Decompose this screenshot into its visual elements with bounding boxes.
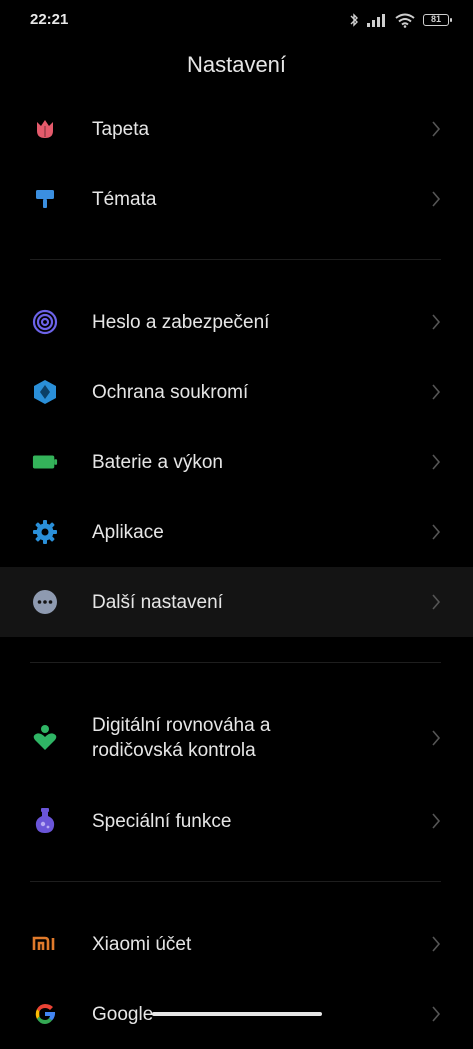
item-label: Digitální rovnováha a rodičovská kontrol… <box>92 713 271 763</box>
battery-icon <box>32 449 58 475</box>
settings-item-special-features[interactable]: Speciální funkce <box>0 786 473 856</box>
page-title: Nastavení <box>186 52 287 77</box>
settings-item-tapeta[interactable]: Tapeta <box>0 94 473 164</box>
chevron-right-icon <box>432 121 441 137</box>
status-icons: 81 <box>349 11 452 29</box>
special-features-icon <box>32 808 58 834</box>
chevron-right-icon <box>432 730 441 746</box>
settings-item-digital-wellbeing[interactable]: Digitální rovnováha a rodičovská kontrol… <box>0 693 473 783</box>
fingerprint-icon <box>32 309 58 335</box>
google-logo-icon <box>32 1001 58 1027</box>
status-time: 22:21 <box>30 11 69 28</box>
chevron-right-icon <box>432 314 441 330</box>
section-divider <box>30 881 441 882</box>
chevron-right-icon <box>432 594 441 610</box>
settings-item-apps[interactable]: Aplikace <box>0 497 473 567</box>
chevron-right-icon <box>432 454 441 470</box>
item-label: Xiaomi účet <box>92 933 192 955</box>
item-label: Tapeta <box>92 118 150 140</box>
gear-icon <box>32 519 58 545</box>
signal-icon <box>367 14 385 27</box>
item-label: Google <box>92 1003 154 1025</box>
bluetooth-icon <box>350 13 358 27</box>
chevron-right-icon <box>432 524 441 540</box>
item-label: Baterie a výkon <box>92 451 223 473</box>
item-label: Témata <box>92 188 157 210</box>
settings-item-additional-settings[interactable]: Další nastavení <box>0 567 473 637</box>
digital-wellbeing-icon <box>32 725 58 751</box>
item-label: Heslo a zabezpečení <box>92 311 270 333</box>
battery-icon: 81 <box>423 14 452 26</box>
item-label: Aplikace <box>92 521 164 543</box>
chevron-right-icon <box>432 936 441 952</box>
settings-item-battery-performance[interactable]: Baterie a výkon <box>0 427 473 497</box>
settings-item-password-security[interactable]: Heslo a zabezpečení <box>0 287 473 357</box>
chevron-right-icon <box>432 1006 441 1022</box>
wifi-icon <box>395 13 415 28</box>
item-label: Další nastavení <box>92 591 223 613</box>
settings-item-xiaomi-account[interactable]: Xiaomi účet <box>0 909 473 979</box>
more-dots-icon <box>32 589 58 615</box>
status-bar: 22:21 81 <box>0 0 473 40</box>
section-divider <box>30 662 441 663</box>
battery-level: 81 <box>430 14 441 24</box>
paint-roller-icon <box>32 186 58 212</box>
settings-item-temata[interactable]: Témata <box>0 164 473 234</box>
settings-item-privacy[interactable]: Ochrana soukromí <box>0 357 473 427</box>
section-divider <box>30 259 441 260</box>
chevron-right-icon <box>432 191 441 207</box>
home-gesture-bar[interactable] <box>152 1012 322 1016</box>
chevron-right-icon <box>432 813 441 829</box>
item-label: Ochrana soukromí <box>92 381 249 403</box>
item-label-line2: rodičovská kontrola <box>92 740 256 761</box>
item-label-line1: Digitální rovnováha a <box>92 715 271 736</box>
chevron-right-icon <box>432 384 441 400</box>
item-label: Speciální funkce <box>92 810 232 832</box>
privacy-shield-icon <box>32 379 58 405</box>
tulip-icon <box>32 116 58 142</box>
mi-logo-icon <box>32 931 58 957</box>
